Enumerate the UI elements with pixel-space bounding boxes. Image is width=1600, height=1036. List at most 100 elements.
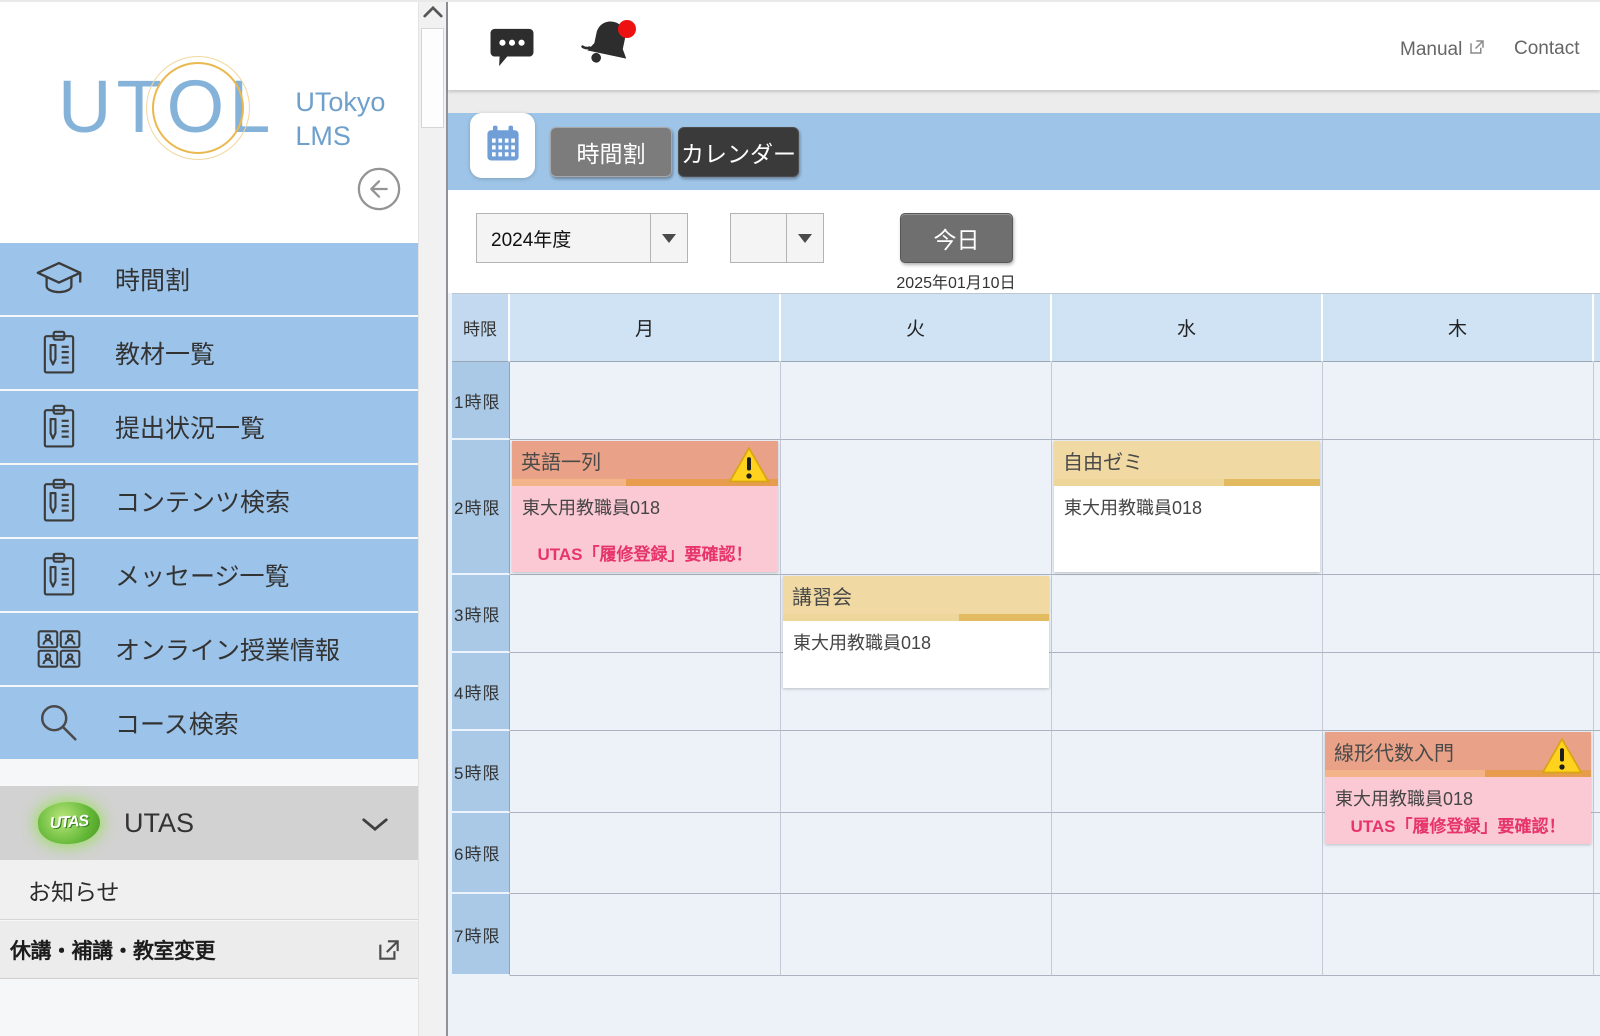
clipboard-icon [36, 330, 82, 376]
chevron-down-icon [360, 816, 390, 838]
timetable-cell-partial [1594, 894, 1600, 976]
period-label-1: 1時限 [452, 362, 510, 440]
sidebar-item-label: メッセージ一覧 [115, 557, 290, 593]
timetable-cell [781, 813, 1052, 894]
messages-button[interactable] [489, 26, 535, 68]
scroll-up-icon[interactable] [422, 4, 444, 26]
sidebar-item-utas[interactable]: UTAS UTAS [0, 786, 418, 860]
timetable-cell [781, 362, 1052, 440]
contact-link[interactable]: Contact [1514, 38, 1579, 60]
external-link-icon [1468, 38, 1486, 62]
timetable-cell: 線形代数入門東大用教職員018UTAS「履修登録」要確認！ [1323, 731, 1594, 813]
chat-bubble-icon [489, 56, 535, 71]
timetable-cell-partial [1594, 362, 1600, 440]
course-teacher: 東大用教職員018 [783, 621, 1049, 655]
logo-subtitle: UTokyo LMS [295, 86, 385, 154]
timetable-cell [1323, 894, 1594, 976]
tab-timetable[interactable]: 時間割 [550, 127, 672, 177]
timetable-cell [510, 362, 781, 440]
sidebar-item-label: 教材一覧 [115, 335, 215, 371]
warning-icon [727, 445, 771, 485]
timetable-cell [781, 731, 1052, 813]
bell-icon [581, 60, 637, 75]
timetable-cell [1052, 813, 1323, 894]
timetable-cell: 自由ゼミ東大用教職員018 [1052, 440, 1323, 575]
utas-logo-icon: UTAS [37, 800, 102, 846]
dropdown-arrow-icon [651, 214, 687, 262]
day-header-1: 月 [510, 294, 781, 362]
timetable-cell [510, 813, 781, 894]
period-label-3: 3時限 [452, 575, 510, 653]
period-label-5: 5時限 [452, 731, 510, 813]
top-bar: Manual Contact [448, 0, 1600, 90]
period-label-2: 2時限 [452, 440, 510, 575]
tab-calendar[interactable]: カレンダー [678, 127, 799, 177]
sidebar: UTOL UTokyo LMS 時間割教材一覧提出状況一覧コンテンツ検索メッセー… [0, 0, 418, 1036]
course-progress-strip [1054, 479, 1320, 486]
timetable-cell [510, 894, 781, 976]
timetable-cell [1052, 894, 1323, 976]
timetable-cell [1052, 362, 1323, 440]
logo-area: UTOL UTokyo LMS [0, 0, 418, 243]
clipboard-icon [36, 552, 82, 598]
main-content: Manual Contact 時間割 カレンダー 2024年度 [446, 0, 1600, 1036]
sidebar-item-submission-status[interactable]: 提出状況一覧 [0, 391, 418, 463]
timetable-cell [1323, 575, 1594, 653]
year-select[interactable]: 2024年度 [476, 213, 688, 263]
course-title: 自由ゼミ [1054, 446, 1143, 475]
sidebar-item-class-cancellation[interactable]: 休講・補講・教室変更 [0, 921, 418, 979]
sidebar-item-timetable[interactable]: 時間割 [0, 243, 418, 315]
view-banner: 時間割 カレンダー [448, 113, 1600, 190]
sidebar-item-message-list[interactable]: メッセージ一覧 [0, 539, 418, 611]
sidebar-item-materials[interactable]: 教材一覧 [0, 317, 418, 389]
course-teacher: 東大用教職員018 [1325, 777, 1591, 811]
external-link-icon [376, 937, 402, 968]
timetable-cell-partial [1594, 731, 1600, 813]
scrollbar-thumb[interactable] [421, 28, 444, 128]
utol-logo: UTOL UTokyo LMS [58, 70, 385, 154]
timetable-cell: 英語一列東大用教職員018UTAS「履修登録」要確認！ [510, 440, 781, 575]
course-card[interactable]: 自由ゼミ東大用教職員018 [1054, 441, 1320, 572]
timetable-cell-partial [1594, 813, 1600, 894]
sidebar-item-label: コース検索 [115, 705, 239, 741]
sidebar-item-course-search[interactable]: コース検索 [0, 687, 418, 759]
notification-badge [618, 20, 636, 38]
day-header-2: 火 [781, 294, 1052, 362]
manual-link[interactable]: Manual [1400, 38, 1486, 62]
timetable-home-button[interactable] [470, 113, 535, 178]
dropdown-arrow-icon [787, 214, 823, 262]
course-card[interactable]: 線形代数入門東大用教職員018UTAS「履修登録」要確認！ [1325, 732, 1591, 844]
period-label-7: 7時限 [452, 894, 510, 976]
timetable-grid: 時限月火水木1時限2時限英語一列東大用教職員018UTAS「履修登録」要確認！自… [452, 293, 1600, 976]
timetable-cell [510, 653, 781, 731]
sidebar-item-label: 時間割 [115, 261, 190, 297]
grid-corner-header: 時限 [452, 294, 510, 362]
sidebar-item-content-search[interactable]: コンテンツ検索 [0, 465, 418, 537]
arrow-left-circle-icon [356, 200, 402, 215]
calendar-icon [481, 122, 525, 169]
course-teacher: 東大用教職員018 [512, 486, 778, 520]
sidebar-scrollbar[interactable] [418, 0, 446, 1036]
clipboard-icon [36, 404, 82, 450]
timetable-cell [1052, 575, 1323, 653]
timetable-cell [1052, 731, 1323, 813]
timetable-cell [510, 731, 781, 813]
course-card[interactable]: 講習会東大用教職員018 [783, 576, 1049, 688]
sidebar-item-notices[interactable]: お知らせ [0, 860, 418, 920]
term-select[interactable] [730, 213, 824, 263]
utas-registration-warning: UTAS「履修登録」要確認！ [1325, 812, 1591, 837]
current-date: 2025年01月10日 [876, 269, 1036, 293]
warning-icon [1540, 736, 1584, 776]
sidebar-item-online-class-info[interactable]: オンライン授業情報 [0, 613, 418, 685]
period-label-4: 4時限 [452, 653, 510, 731]
collapse-sidebar-button[interactable] [356, 166, 402, 212]
graduation-cap-icon [36, 256, 82, 302]
page-top-divider [0, 0, 1600, 2]
day-header-partial [1594, 294, 1600, 362]
course-card[interactable]: 英語一列東大用教職員018UTAS「履修登録」要確認！ [512, 441, 778, 572]
timetable-cell [1323, 362, 1594, 440]
timetable-cell [1323, 440, 1594, 575]
today-button[interactable]: 今日 [900, 213, 1013, 263]
course-title: 英語一列 [512, 446, 601, 475]
day-header-4: 木 [1323, 294, 1594, 362]
